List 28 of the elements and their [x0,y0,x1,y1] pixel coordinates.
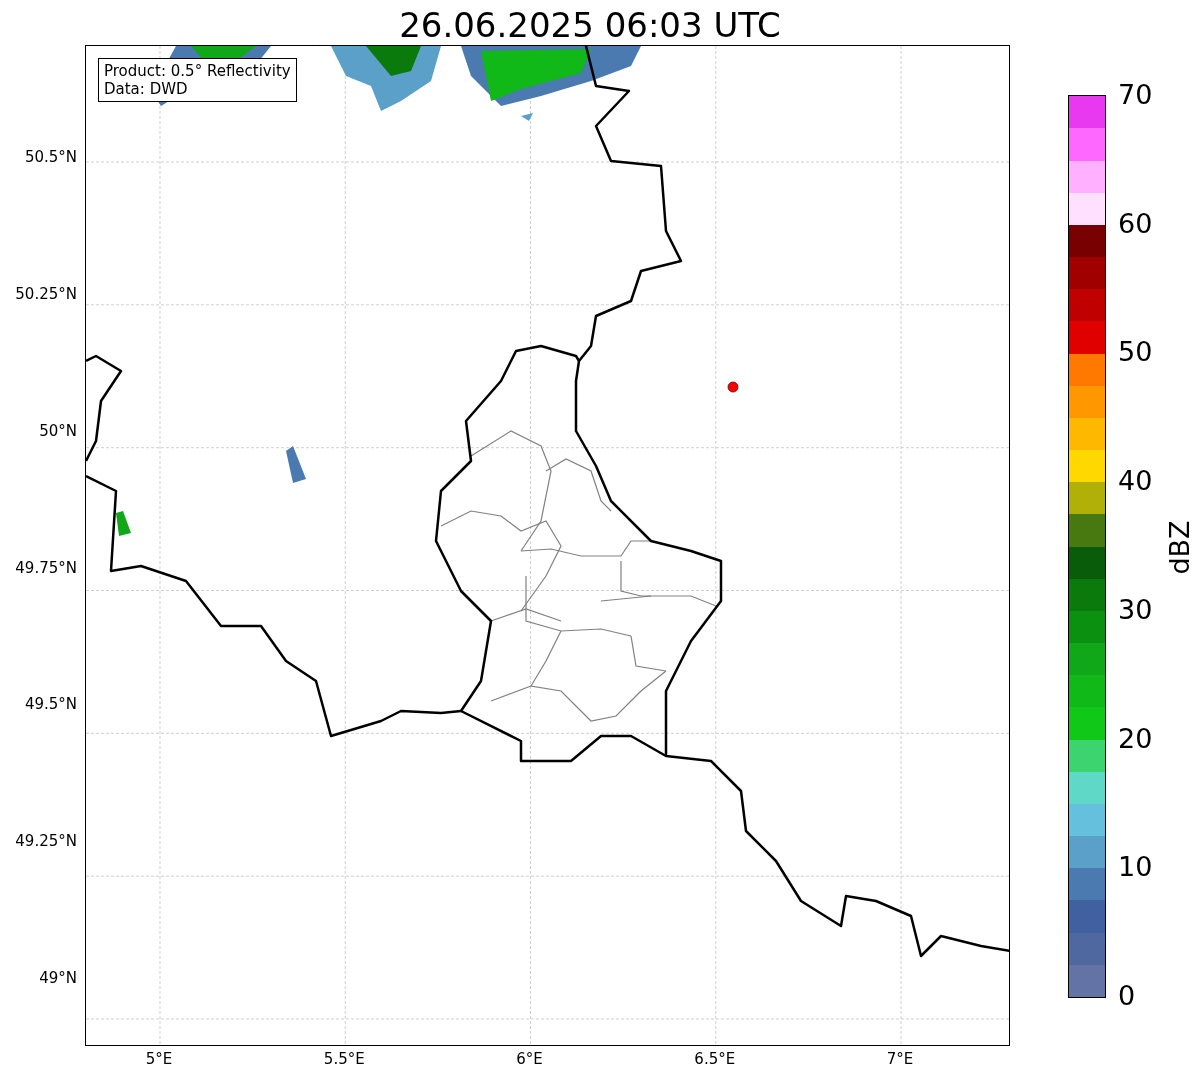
scale-tick-label: 40 [1117,466,1153,497]
location-marker [727,381,739,393]
radar-echo [116,511,131,536]
radar-echo [521,113,533,121]
scale-tick-label: 0 [1117,980,1137,1011]
scale-tick-label: 30 [1117,594,1153,625]
scale-tick-label: 10 [1117,852,1153,883]
scale-tick-label: 60 [1117,208,1153,239]
info-text: Data: DWD [104,80,189,98]
scale-tick-label: 50 [1117,337,1153,368]
latitude-label: 49°N [39,968,77,987]
longitude-label: 5.5°E [323,1050,365,1068]
latitude-label: 49.75°N [15,558,77,577]
latitude-label: 50.5°N [24,148,77,167]
longitude-label: 5°E [145,1050,173,1068]
latitude-label: 50.25°N [15,285,77,304]
latitude-label: 50°N [39,421,77,440]
scale-unit-label: dBZ [1163,520,1195,575]
radar-echo [286,446,306,483]
longitude-label: 6°E [516,1050,543,1068]
info-text: Product: 0.5° Reflectivity [104,62,291,80]
scale-tick-label: 70 [1117,80,1153,110]
longitude-label: 7°E [886,1050,914,1068]
latitude-label: 49.5°N [24,695,77,714]
map-title: 26.06.2025 06:03 UTC [398,4,782,45]
scale-tick-label: 20 [1117,723,1153,754]
longitude-label: 6.5°E [694,1050,736,1068]
latitude-label: 49.25°N [15,831,77,850]
